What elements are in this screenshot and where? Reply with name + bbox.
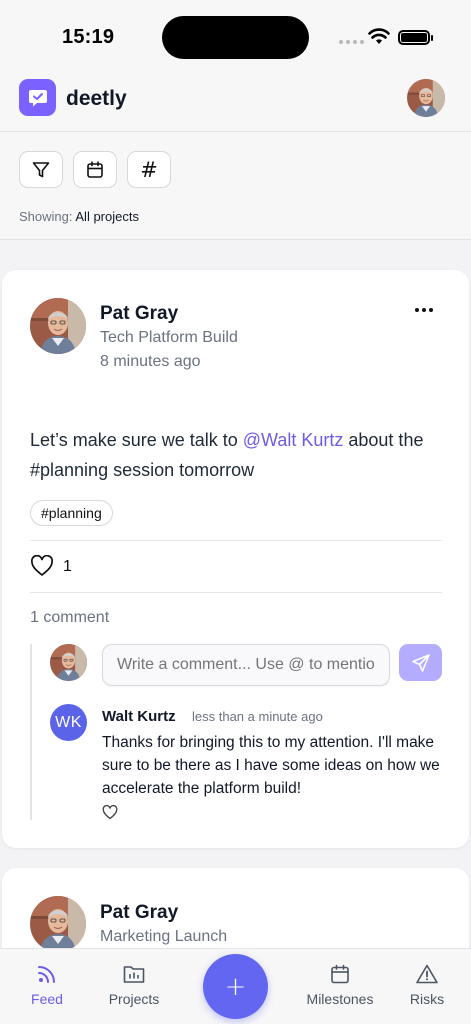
send-comment-button[interactable]	[399, 644, 442, 681]
tag-chip[interactable]: #planning	[30, 500, 113, 526]
filter-bar: # Showing: All projects	[0, 132, 471, 240]
feed-rss-icon	[38, 966, 55, 983]
post-text-before: Let’s make sure we talk to	[30, 430, 243, 450]
showing-value: All projects	[75, 209, 139, 224]
comment-heart-icon[interactable]	[102, 805, 118, 820]
post-time: 8 minutes ago	[100, 353, 201, 370]
status-time: 15:19	[62, 26, 115, 48]
divider	[30, 540, 442, 541]
nav-projects-label: Projects	[108, 991, 160, 1007]
comment-text: Thanks for bringing this to my attention…	[102, 734, 440, 797]
comment-thread-line	[30, 644, 32, 820]
send-icon	[411, 653, 430, 672]
comment-count[interactable]: 1 comment	[30, 609, 109, 627]
author-avatar[interactable]	[30, 896, 86, 952]
cellular-signal-icon	[339, 40, 364, 44]
current-user-avatar	[50, 644, 87, 681]
app-name: deetly	[66, 87, 127, 110]
wifi-icon	[368, 28, 390, 44]
post-project[interactable]: Tech Platform Build	[100, 329, 238, 347]
profile-avatar[interactable]	[407, 79, 445, 117]
post-project[interactable]: Marketing Launch	[100, 928, 227, 946]
dynamic-island	[162, 16, 309, 59]
heart-icon[interactable]	[30, 555, 54, 577]
filter-button[interactable]	[19, 151, 63, 188]
like-count: 1	[63, 558, 72, 575]
comment-author[interactable]: Walt Kurtz	[102, 708, 176, 725]
showing-label: Showing:	[19, 209, 73, 224]
author-avatar[interactable]	[30, 298, 86, 354]
nav-projects[interactable]: Projects	[89, 963, 179, 1007]
app-logo[interactable]	[19, 79, 56, 116]
commenter-avatar[interactable]: WK	[50, 704, 87, 741]
post-body: Let’s make sure we talk to @Walt Kurtz a…	[30, 425, 450, 485]
chat-check-icon	[28, 89, 47, 106]
showing-filter-text: Showing: All projects	[19, 209, 139, 224]
post-author[interactable]: Pat Gray	[100, 303, 178, 325]
nav-milestones[interactable]: Milestones	[295, 963, 385, 1007]
battery-icon	[398, 30, 433, 45]
hashtag-icon: #	[140, 157, 158, 182]
calendar-icon	[331, 964, 349, 984]
comment-time: less than a minute ago	[192, 709, 323, 724]
add-post-button[interactable]: +	[203, 954, 268, 1019]
funnel-icon	[32, 161, 50, 177]
mention-link[interactable]: @Walt Kurtz	[243, 430, 344, 450]
nav-risks-label: Risks	[409, 991, 445, 1007]
nav-feed[interactable]: Feed	[2, 963, 92, 1007]
post-author[interactable]: Pat Gray	[100, 902, 178, 924]
post-card: Pat Gray Tech Platform Build 8 minutes a…	[2, 270, 469, 848]
nav-risks[interactable]: Risks	[382, 963, 471, 1007]
folder-chart-icon	[123, 966, 145, 983]
warning-icon	[416, 964, 438, 984]
more-options-icon[interactable]	[415, 308, 433, 312]
nav-milestones-label: Milestones	[306, 991, 374, 1007]
divider	[30, 592, 442, 593]
comment-input[interactable]	[102, 644, 390, 686]
nav-feed-label: Feed	[31, 991, 63, 1007]
app-header: deetly	[0, 70, 471, 132]
calendar-icon	[87, 160, 103, 178]
hashtag-filter-button[interactable]: #	[127, 151, 171, 188]
status-bar: 15:19	[0, 0, 471, 70]
date-filter-button[interactable]	[73, 151, 117, 188]
